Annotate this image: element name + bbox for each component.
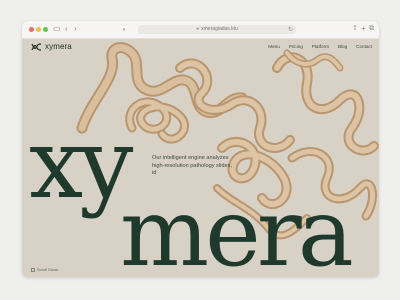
scroll-down-label: Scroll Down (37, 267, 59, 272)
hero-tagline: Our intelligent engine analyzes high-res… (152, 155, 232, 176)
lock-icon: ● (196, 26, 200, 32)
url-text: xmeragiadas.ktu (201, 26, 238, 32)
sidebar-icon[interactable]: ▭ (53, 24, 61, 34)
plus-icon[interactable]: + (361, 24, 366, 34)
close-window-button[interactable] (29, 27, 34, 32)
chevron-left-icon[interactable]: ‹ (65, 24, 68, 34)
chevron-right-icon[interactable]: › (74, 24, 77, 34)
tabs-icon[interactable]: ⧉ (369, 24, 374, 34)
shield-icon[interactable]: ◖ (122, 25, 126, 35)
scroll-down-icon (31, 267, 35, 272)
browser-window: ▭ ‹ › ◖ ● xmeragiadas.ktu ↻ ⇧ + ⧉ xymera … (22, 21, 379, 277)
maximize-window-button[interactable] (43, 27, 48, 32)
reload-icon[interactable]: ↻ (288, 25, 293, 35)
minimize-window-button[interactable] (36, 27, 41, 32)
address-bar[interactable]: ● xmeragiadas.ktu (138, 25, 296, 34)
browser-toolbar: ▭ ‹ › ◖ ● xmeragiadas.ktu ↻ ⇧ + ⧉ (22, 21, 379, 39)
scroll-down-indicator[interactable]: Scroll Down (31, 267, 58, 272)
share-icon[interactable]: ⇧ (352, 24, 358, 34)
hero-word-mera: mera (120, 179, 354, 278)
